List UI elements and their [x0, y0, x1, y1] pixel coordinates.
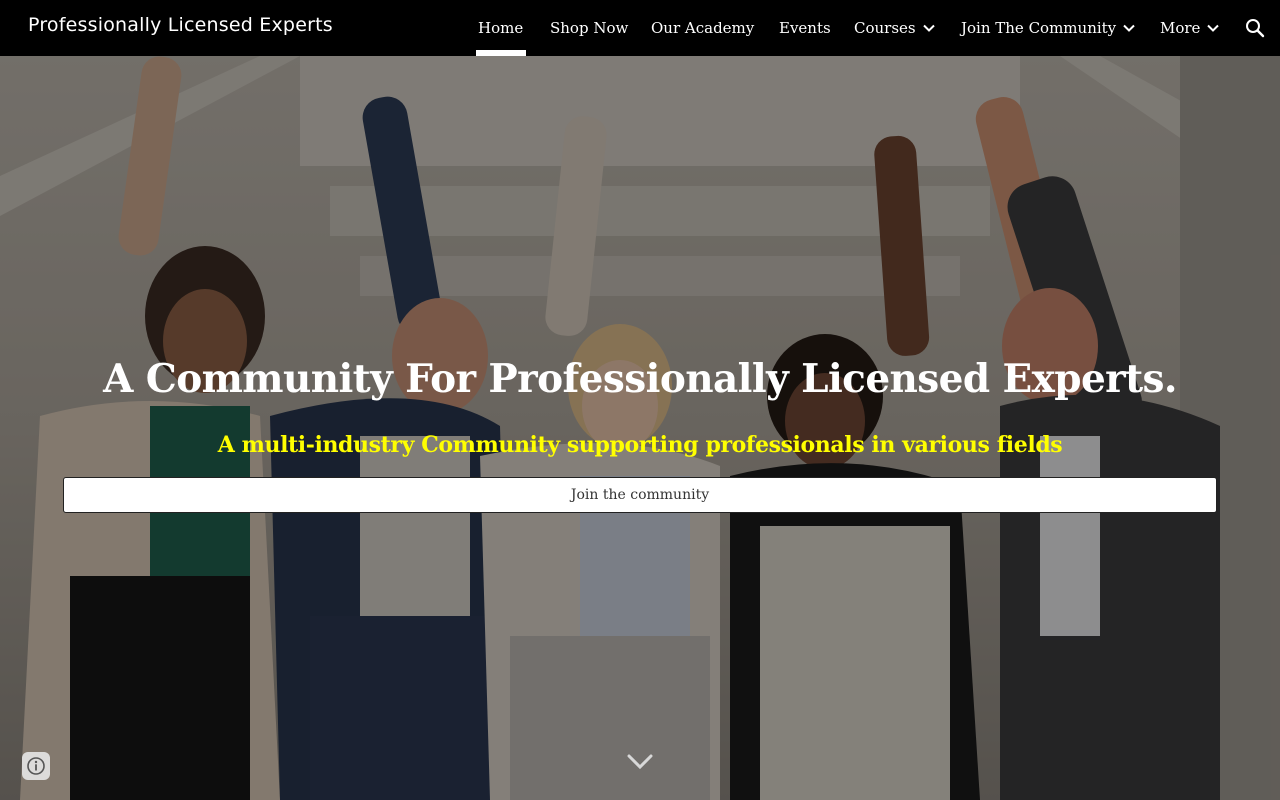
- nav-item-label: Home: [478, 19, 524, 37]
- nav-item-label: Events: [779, 19, 831, 37]
- nav-item-more[interactable]: More: [1160, 16, 1220, 40]
- nav-item-join-the-community[interactable]: Join The Community: [961, 16, 1136, 40]
- nav-item-events[interactable]: Events: [779, 16, 831, 40]
- nav-item-home[interactable]: Home: [478, 16, 523, 40]
- active-nav-indicator: [476, 50, 526, 56]
- chevron-down-icon: [922, 21, 936, 35]
- nav-item-shop-now[interactable]: Shop Now: [550, 16, 628, 40]
- chevron-down-icon[interactable]: [624, 750, 656, 774]
- main-nav: Home Shop Now Our Academy Events Courses…: [0, 0, 1280, 56]
- chevron-down-icon: [1122, 21, 1136, 35]
- nav-item-label: Join The Community: [961, 19, 1117, 37]
- nav-item-label: More: [1160, 19, 1201, 37]
- hero-section: A Community For Professionally Licensed …: [0, 56, 1280, 800]
- nav-item-label: Our Academy: [651, 19, 755, 37]
- hero-heading: A Community For Professionally Licensed …: [103, 356, 1177, 402]
- hero-subheading: A multi-industry Community supporting pr…: [217, 432, 1063, 458]
- top-navigation-bar: Professionally Licensed Experts Home Sho…: [0, 0, 1280, 56]
- info-icon[interactable]: [22, 752, 50, 780]
- hero-dark-overlay: [0, 56, 1280, 800]
- nav-item-courses[interactable]: Courses: [854, 16, 936, 40]
- chevron-down-icon: [1206, 21, 1220, 35]
- nav-item-label: Shop Now: [550, 19, 629, 37]
- search-icon[interactable]: [1244, 17, 1266, 39]
- nav-item-our-academy[interactable]: Our Academy: [651, 16, 754, 40]
- button-label: Join the community: [570, 487, 710, 503]
- nav-item-label: Courses: [854, 19, 916, 37]
- join-community-button[interactable]: Join the community: [63, 477, 1217, 513]
